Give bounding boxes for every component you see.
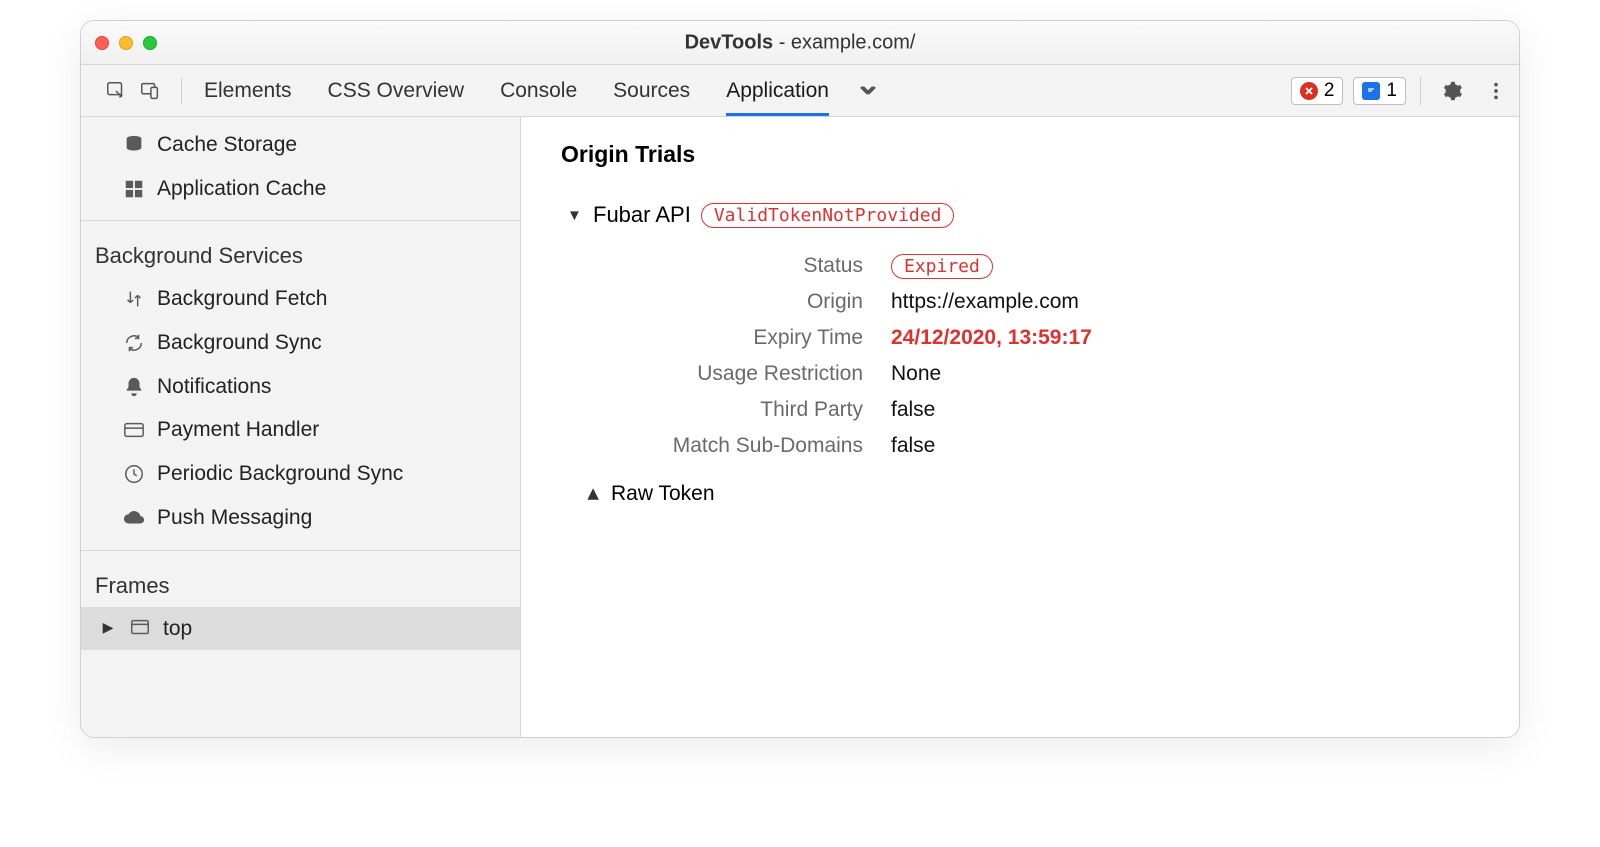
sidebar-label: Cache Storage <box>157 127 297 163</box>
tab-label: CSS Overview <box>328 79 465 103</box>
kv-label: Origin <box>611 290 891 314</box>
bell-icon <box>123 376 145 398</box>
sidebar-item-cache-storage[interactable]: Cache Storage <box>81 123 520 167</box>
tab-label: Elements <box>204 79 292 103</box>
titlebar: DevTools - example.com/ <box>81 21 1519 65</box>
sidebar-heading: Frames <box>81 557 520 607</box>
messages-count: 1 <box>1386 80 1397 102</box>
window-title: DevTools - example.com/ <box>685 31 916 54</box>
tab-application[interactable]: Application <box>726 65 829 116</box>
tab-label: Console <box>500 79 577 103</box>
kv-label: Status <box>611 254 891 278</box>
kv-value: Expired <box>891 254 993 278</box>
application-main-panel: Origin Trials ▼ Fubar API ValidTokenNotP… <box>521 117 1519 737</box>
kv-value: false <box>891 398 935 422</box>
sidebar-item-push-messaging[interactable]: Push Messaging <box>81 496 520 540</box>
trial-disclosure-row[interactable]: ▼ Fubar API ValidTokenNotProvided <box>567 202 1479 228</box>
window-title-url: example.com/ <box>791 31 916 53</box>
sidebar-label: Background Sync <box>157 325 322 361</box>
tab-sources[interactable]: Sources <box>613 65 690 116</box>
tab-elements[interactable]: Elements <box>204 65 292 116</box>
window-icon <box>129 617 151 639</box>
maximize-window-button[interactable] <box>143 36 157 50</box>
sidebar-group-background-services: Background Services Background Fetch Bac… <box>81 220 520 549</box>
sidebar-group-cache: Cache Storage Application Cache <box>81 117 520 220</box>
raw-token-disclosure[interactable]: ▶ Raw Token <box>585 482 1479 506</box>
more-tabs-button[interactable] <box>857 81 881 101</box>
application-sidebar: Cache Storage Application Cache Backgrou… <box>81 117 521 737</box>
messages-badge[interactable]: 1 <box>1353 77 1406 105</box>
tab-css-overview[interactable]: CSS Overview <box>328 65 465 116</box>
settings-icon[interactable] <box>1435 74 1469 108</box>
sidebar-label: top <box>163 611 192 647</box>
sidebar-label: Application Cache <box>157 171 326 207</box>
sidebar-group-frames: Frames ▶ top <box>81 550 520 661</box>
raw-token-label: Raw Token <box>611 482 715 506</box>
tab-label: Application <box>726 79 829 103</box>
sidebar-label: Push Messaging <box>157 500 312 536</box>
kv-usage-restriction: Usage Restriction None <box>611 362 1479 386</box>
kv-expiry: Expiry Time 24/12/2020, 13:59:17 <box>611 326 1479 350</box>
kv-value: None <box>891 362 941 386</box>
sidebar-label: Background Fetch <box>157 281 327 317</box>
disclosure-triangle-icon[interactable]: ▼ <box>567 207 581 224</box>
kv-value: false <box>891 434 935 458</box>
kv-value: https://example.com <box>891 290 1079 314</box>
tab-console[interactable]: Console <box>500 65 577 116</box>
sidebar-item-frame-top[interactable]: ▶ top <box>81 607 520 651</box>
inspect-element-icon[interactable] <box>99 74 133 108</box>
more-options-icon[interactable] <box>1479 74 1513 108</box>
sidebar-item-application-cache[interactable]: Application Cache <box>81 167 520 211</box>
disclosure-triangle-icon[interactable]: ▶ <box>101 616 115 640</box>
toolbar: Elements CSS Overview Console Sources Ap… <box>81 65 1519 117</box>
kv-origin: Origin https://example.com <box>611 290 1479 314</box>
minimize-window-button[interactable] <box>119 36 133 50</box>
message-icon <box>1362 82 1380 100</box>
kv-label: Usage Restriction <box>611 362 891 386</box>
window-title-sep: - <box>773 31 791 53</box>
errors-count: 2 <box>1324 80 1335 102</box>
sidebar-item-background-fetch[interactable]: Background Fetch <box>81 277 520 321</box>
clock-icon <box>123 463 145 485</box>
tab-label: Sources <box>613 79 690 103</box>
sidebar-label: Payment Handler <box>157 412 319 448</box>
sidebar-item-payment-handler[interactable]: Payment Handler <box>81 408 520 452</box>
transfer-icon <box>123 288 145 310</box>
trial-status-pill: ValidTokenNotProvided <box>701 203 955 228</box>
trial-name: Fubar API <box>593 202 691 228</box>
status-pill: Expired <box>891 254 993 279</box>
credit-card-icon <box>123 419 145 441</box>
kv-label: Expiry Time <box>611 326 891 350</box>
close-window-button[interactable] <box>95 36 109 50</box>
panel-tabs: Elements CSS Overview Console Sources Ap… <box>204 65 829 116</box>
errors-badge[interactable]: 2 <box>1291 77 1344 105</box>
devtools-window: DevTools - example.com/ Elements CSS Ove… <box>80 20 1520 738</box>
database-icon <box>123 134 145 156</box>
panel-body: Cache Storage Application Cache Backgrou… <box>81 117 1519 737</box>
device-toolbar-icon[interactable] <box>133 74 167 108</box>
toolbar-separator <box>1420 77 1421 105</box>
sidebar-item-background-sync[interactable]: Background Sync <box>81 321 520 365</box>
sidebar-heading: Background Services <box>81 227 520 277</box>
kv-status: Status Expired <box>611 254 1479 278</box>
traffic-lights <box>95 36 157 50</box>
sidebar-item-periodic-background-sync[interactable]: Periodic Background Sync <box>81 452 520 496</box>
panel-heading: Origin Trials <box>561 141 1479 168</box>
kv-value-expired: 24/12/2020, 13:59:17 <box>891 326 1092 350</box>
toolbar-separator <box>181 78 182 104</box>
sidebar-label: Periodic Background Sync <box>157 456 403 492</box>
sidebar-item-notifications[interactable]: Notifications <box>81 365 520 409</box>
error-icon <box>1300 82 1318 100</box>
disclosure-triangle-icon[interactable]: ▶ <box>583 487 601 501</box>
kv-label: Third Party <box>611 398 891 422</box>
kv-third-party: Third Party false <box>611 398 1479 422</box>
sidebar-label: Notifications <box>157 369 271 405</box>
kv-match-subdomains: Match Sub-Domains false <box>611 434 1479 458</box>
sync-icon <box>123 332 145 354</box>
kv-label: Match Sub-Domains <box>611 434 891 458</box>
cloud-icon <box>123 507 145 529</box>
window-title-app: DevTools <box>685 31 774 53</box>
grid-icon <box>123 178 145 200</box>
